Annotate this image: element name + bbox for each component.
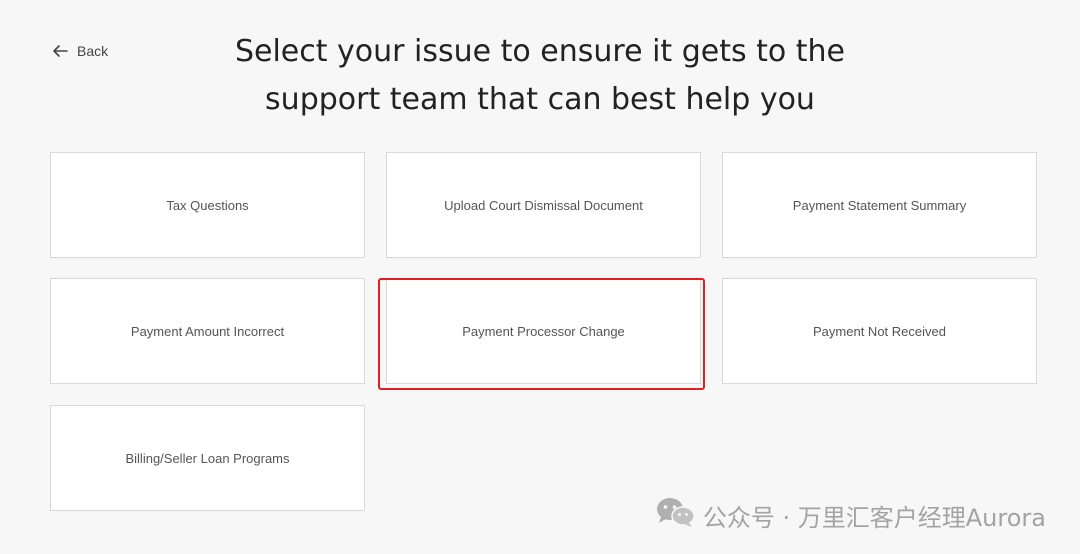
option-card-billing-seller-loan-programs[interactable]: Billing/Seller Loan Programs — [50, 405, 365, 511]
option-card-label: Payment Processor Change — [462, 323, 625, 339]
option-card-label: Upload Court Dismissal Document — [444, 197, 643, 213]
option-card-payment-statement-summary[interactable]: Payment Statement Summary — [722, 152, 1037, 258]
option-card-tax-questions[interactable]: Tax Questions — [50, 152, 365, 258]
option-card-label: Payment Not Received — [813, 323, 946, 339]
option-card-label: Payment Statement Summary — [792, 197, 967, 213]
option-card-payment-not-received[interactable]: Payment Not Received — [722, 278, 1037, 384]
option-card-payment-processor-change[interactable]: Payment Processor Change — [386, 278, 701, 384]
watermark-text: 公众号 · 万里汇客户经理Aurora — [702, 503, 1046, 532]
arrow-left-icon — [51, 42, 69, 60]
page-title-line-2: support team that can best help you — [265, 82, 815, 117]
option-card-upload-court-dismissal-document[interactable]: Upload Court Dismissal Document — [386, 152, 701, 258]
option-card-label: Payment Amount Incorrect — [130, 323, 285, 339]
watermark: 公众号 · 万里汇客户经理Aurora — [655, 496, 1046, 534]
back-button[interactable]: Back — [51, 42, 108, 60]
page-title: Select your issue to ensure it gets to t… — [220, 28, 860, 124]
option-card-payment-amount-incorrect[interactable]: Payment Amount Incorrect — [50, 278, 365, 384]
wechat-icon — [655, 496, 695, 534]
option-card-label: Tax Questions — [166, 197, 249, 213]
back-label: Back — [77, 43, 109, 59]
page-title-line-1: Select your issue to ensure it gets to t… — [234, 34, 846, 69]
option-card-label: Billing/Seller Loan Programs — [125, 450, 290, 466]
